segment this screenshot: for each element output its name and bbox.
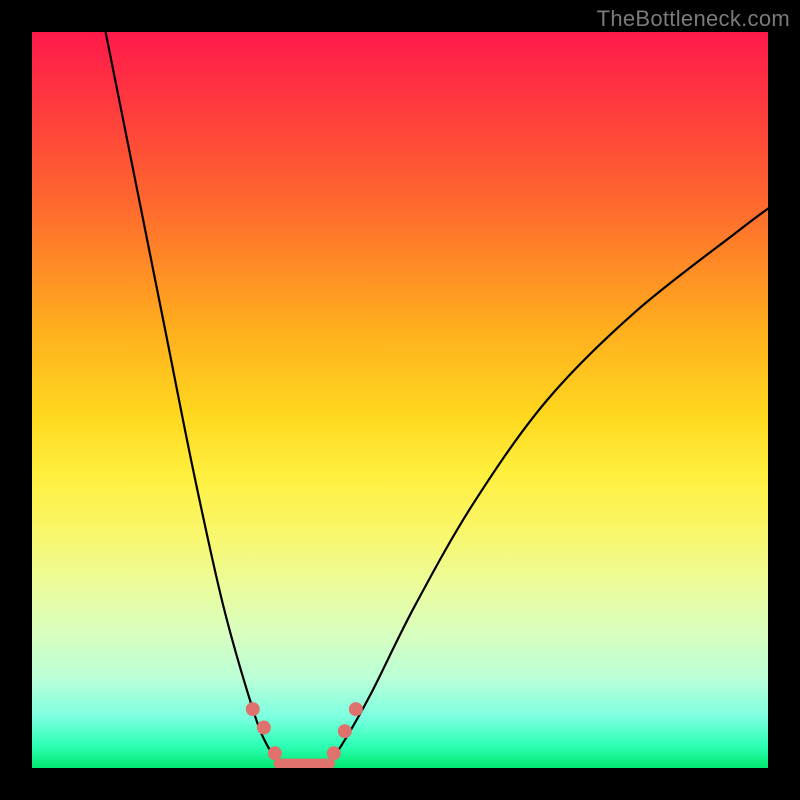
left-lower-dot	[257, 721, 271, 735]
watermark-text: TheBottleneck.com	[597, 6, 790, 32]
plot-area	[32, 32, 768, 768]
curve-right-branch	[326, 209, 768, 765]
outer-frame: TheBottleneck.com	[0, 0, 800, 800]
curve-svg	[32, 32, 768, 768]
right-lower-dot	[338, 724, 352, 738]
right-knee-dot	[327, 746, 341, 760]
right-upper-dot	[349, 702, 363, 716]
marker-dots-group	[246, 702, 363, 760]
left-upper-dot	[246, 702, 260, 716]
left-knee-dot	[268, 746, 282, 760]
curve-left-branch	[106, 32, 283, 764]
